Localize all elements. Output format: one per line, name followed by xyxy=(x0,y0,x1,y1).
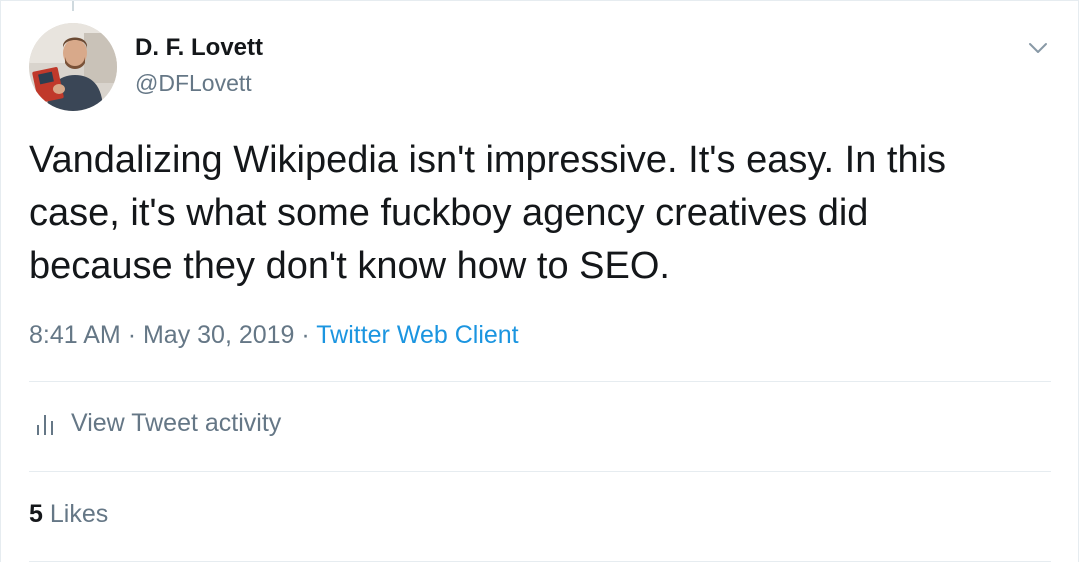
likes-link[interactable]: 5 Likes xyxy=(29,500,108,529)
thread-connector xyxy=(72,1,74,11)
meta-separator: · xyxy=(301,321,310,349)
tweet-text-line: because they don't know how to SEO. xyxy=(29,245,670,287)
tweet-source-link[interactable]: Twitter Web Client xyxy=(316,321,518,349)
meta-separator: · xyxy=(127,321,137,349)
tweet-metadata: 8:41 AM · May 30, 2019 · Twitter Web Cli… xyxy=(29,321,519,350)
divider xyxy=(29,471,1051,472)
tweet-date[interactable]: May 30, 2019 xyxy=(143,321,295,349)
avatar[interactable] xyxy=(29,23,117,111)
tweet-text-line: case, it's what some fuckboy agency crea… xyxy=(29,192,869,234)
view-tweet-activity-label: View Tweet activity xyxy=(71,409,282,437)
likes-label: Likes xyxy=(49,500,109,528)
view-tweet-activity-button[interactable]: View Tweet activity xyxy=(35,409,281,438)
tweet-time[interactable]: 8:41 AM xyxy=(29,321,121,349)
author-name[interactable]: D. F. Lovett xyxy=(135,34,263,62)
author-handle[interactable]: @DFLovett xyxy=(135,70,252,97)
tweet-text-line: Vandalizing Wikipedia isn't impressive. … xyxy=(29,139,947,181)
avatar-image xyxy=(29,23,117,111)
chevron-down-icon[interactable] xyxy=(1025,35,1051,61)
likes-count: 5 xyxy=(29,500,43,528)
tweet-card: D. F. Lovett @DFLovett Vandalizing Wikip… xyxy=(0,0,1079,562)
bar-chart-icon xyxy=(35,411,57,437)
tweet-text: Vandalizing Wikipedia isn't impressive. … xyxy=(29,134,1059,293)
divider xyxy=(29,381,1051,382)
